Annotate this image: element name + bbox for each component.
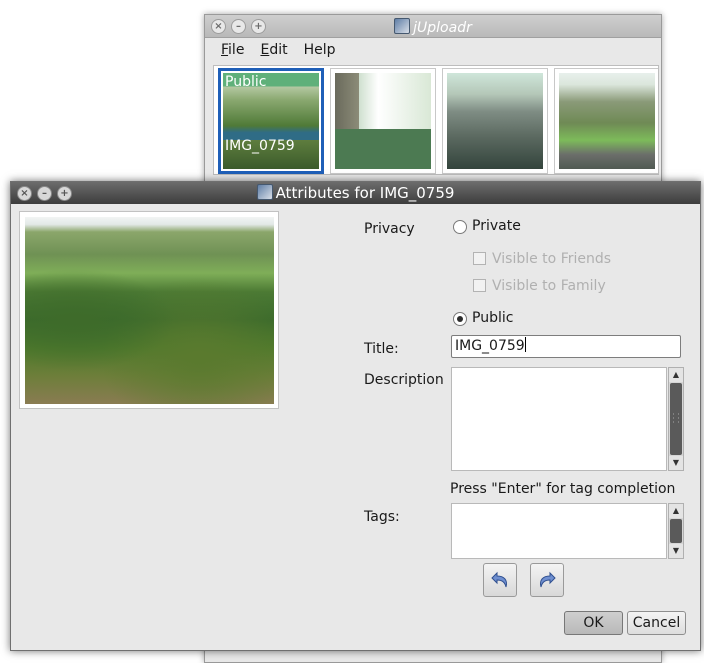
thumbnail-image: Public IMG_0759 <box>223 73 319 169</box>
menu-edit-label: dit <box>269 42 288 58</box>
thumbnail[interactable] <box>442 68 548 174</box>
public-radio[interactable] <box>453 312 467 326</box>
thumbnail[interactable] <box>554 68 658 174</box>
friends-checkbox[interactable] <box>473 252 486 265</box>
thumbnail-title-label: IMG_0759 <box>225 138 295 154</box>
scrollbar-thumb[interactable] <box>670 519 682 543</box>
ok-button[interactable]: OK <box>564 611 623 635</box>
app-icon <box>394 18 411 34</box>
attributes-dialog: × – + Attributes for IMG_0759 Privacy Pr… <box>10 181 701 651</box>
thumbnail-strip: Public IMG_0759 <box>213 65 659 175</box>
friends-checkbox-label[interactable]: Visible to Friends <box>492 251 611 267</box>
tags-hint: Press "Enter" for tag completion <box>450 481 676 497</box>
tags-label: Tags: <box>364 509 400 525</box>
menu-bar: File Edit Help <box>213 39 657 63</box>
title-input[interactable]: IMG_0759 <box>451 335 681 358</box>
photo-preview-frame <box>19 211 279 409</box>
main-window-title-text: jUploadr <box>413 20 472 36</box>
main-window-titlebar[interactable]: × – + jUploadr <box>205 15 661 38</box>
redo-icon <box>540 571 556 588</box>
title-label: Title: <box>364 341 399 357</box>
redo-button[interactable] <box>530 563 564 597</box>
thumbnail[interactable] <box>330 68 436 174</box>
menu-file[interactable]: File <box>213 39 252 63</box>
description-textarea[interactable] <box>451 367 667 471</box>
title-input-value: IMG_0759 <box>455 338 525 354</box>
menu-file-mnemonic: F <box>221 42 229 58</box>
thumbnail-image <box>335 73 431 169</box>
menu-help[interactable]: Help <box>296 39 344 63</box>
family-checkbox[interactable] <box>473 279 486 292</box>
menu-edit-mnemonic: E <box>260 42 270 58</box>
scroll-down-icon[interactable]: ▼ <box>669 544 683 558</box>
menu-file-label: ile <box>228 42 245 58</box>
menu-edit[interactable]: Edit <box>252 39 295 63</box>
thumbnail-privacy-label: Public <box>225 74 267 90</box>
scroll-down-icon[interactable]: ▼ <box>669 456 683 470</box>
photo-preview <box>25 217 274 404</box>
description-scrollbar[interactable]: ▲ · · · · · · ▼ <box>668 367 684 471</box>
tags-textarea[interactable] <box>451 503 667 559</box>
thumbnail-image <box>447 73 543 169</box>
public-radio-label[interactable]: Public <box>472 310 513 326</box>
scroll-up-icon[interactable]: ▲ <box>669 504 683 518</box>
main-window-title: jUploadr <box>205 18 661 36</box>
tags-scrollbar[interactable]: ▲ ▼ <box>668 503 684 559</box>
scrollbar-thumb[interactable]: · · · · · · <box>670 383 682 455</box>
family-checkbox-label[interactable]: Visible to Family <box>492 278 606 294</box>
thumbnail-image <box>559 73 655 169</box>
description-label: Description <box>364 372 444 388</box>
scroll-up-icon[interactable]: ▲ <box>669 368 683 382</box>
private-radio[interactable] <box>453 220 467 234</box>
private-radio-label[interactable]: Private <box>472 218 521 234</box>
cancel-button[interactable]: Cancel <box>627 611 686 635</box>
undo-icon <box>491 571 507 588</box>
menu-help-label: Help <box>303 42 336 58</box>
dialog-titlebar[interactable]: × – + Attributes for IMG_0759 <box>11 182 700 204</box>
undo-button[interactable] <box>483 563 517 597</box>
thumbnail-selected[interactable]: Public IMG_0759 <box>218 68 324 174</box>
dialog-title: Attributes for IMG_0759 <box>11 184 700 202</box>
privacy-label: Privacy <box>364 221 415 237</box>
dialog-title-text: Attributes for IMG_0759 <box>275 184 455 202</box>
app-icon <box>256 184 273 200</box>
